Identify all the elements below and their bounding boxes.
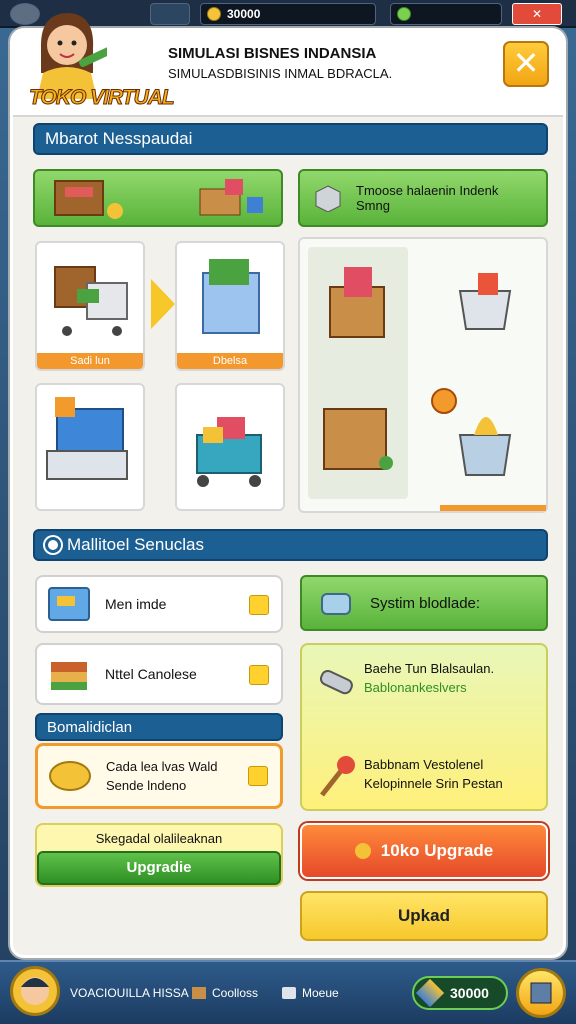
info-line1: Baehe Tun Blalsaulan. [364, 661, 495, 676]
goods-showcase [298, 237, 548, 513]
offer-line2: Sende lndeno [106, 778, 187, 793]
page-title: SIMULASI BISNES INDANSIA [168, 45, 377, 62]
logo-text: TOKO VIRTUAL [29, 86, 176, 110]
gem-chip [390, 3, 502, 25]
list-item-men-imde[interactable]: Men imde [35, 575, 283, 633]
section2-title: Mallitoel Senuclas [67, 535, 205, 554]
system-download-label: Systim blodlade: [370, 594, 481, 612]
envelope-icon [248, 766, 268, 786]
scroll-icon [321, 593, 351, 615]
toko-upgrade-label: 10ko Upgrade [380, 841, 494, 860]
puzzle-icon[interactable] [150, 3, 190, 25]
cart-icon [54, 266, 128, 336]
info-line2: Bablonankeslvers [364, 680, 467, 695]
info-text-2: Babbnam Vestolenel Kelopinnele Srin Pest… [364, 755, 503, 793]
box-icon [315, 185, 341, 212]
upgrade-box: Skegadal olalileaknan Upgradie [35, 823, 283, 887]
laptop-icon [46, 397, 128, 480]
gem-icon [415, 978, 445, 1008]
offer-text: Cada lea lvas Wald Sende lndeno [106, 757, 218, 795]
gem-counter: 30000 [412, 976, 508, 1010]
info-line3: Babbnam Vestolenel [364, 757, 484, 772]
upgrade-caption: Skegadal olalileaknan [95, 831, 223, 846]
catalog-icon [48, 587, 90, 621]
page-subtitle: SIMULASDBISINIS INMAL BDRACLA. [168, 66, 393, 81]
bottom-item-2[interactable]: Coolloss [192, 986, 258, 1000]
grid-card-crate[interactable]: Dbelsa [175, 241, 285, 371]
inventory-bar[interactable] [33, 169, 283, 227]
system-download-button[interactable]: Systim blodlade: [300, 575, 548, 631]
score-value: 30000 [227, 7, 261, 21]
shopping-cart-icon [196, 417, 262, 487]
info-text-1: Baehe Tun Blalsaulan. Bablonankeslvers [364, 659, 494, 697]
upkad-button[interactable]: Upkad [300, 891, 548, 941]
close-icon: ✕ [512, 45, 540, 81]
gem-count: 30000 [450, 985, 489, 1001]
offer-card[interactable]: Cada lea lvas Wald Sende lndeno [35, 743, 283, 809]
bottom-item-2-label: Coolloss [212, 986, 259, 1000]
bottom-item-1[interactable]: VOACIOUILLA HISSA [70, 986, 189, 1000]
score-chip: 30000 [200, 3, 376, 25]
bottom-item-1-label: VOACIOUILLA HISSA [70, 986, 189, 1000]
torch-icon [320, 756, 355, 797]
bottom-item-3-label: Moeue [302, 986, 339, 1000]
grid-card-laptop[interactable] [35, 383, 145, 511]
upgrade-button[interactable]: Upgradie [37, 851, 281, 885]
grid-card-cart[interactable]: Sadi lun [35, 241, 145, 371]
subsection-banner: Bomalidiclan [35, 713, 283, 741]
coin-icon [354, 843, 371, 859]
box-icon [192, 987, 206, 999]
offer-line1: Cada lea lvas Wald [106, 759, 218, 774]
bottom-bar: VOACIOUILLA HISSA Coolloss Moeue 30000 [0, 960, 576, 1024]
list-item-label: Men imde [105, 596, 167, 612]
save-button[interactable] [516, 968, 566, 1018]
info-panel: Baehe Tun Blalsaulan. Bablonankeslvers B… [300, 643, 548, 811]
bowl-icon [49, 761, 91, 791]
arrow-right-icon [151, 279, 175, 329]
grid-card-label: Dbelsa [177, 353, 283, 369]
inventory-goods-icon [54, 179, 263, 219]
showcase-goods [323, 267, 512, 476]
crate-icon [202, 259, 260, 334]
section1-title: Mbarot Nesspaudai [45, 129, 193, 148]
subsection-title: Bomalidiclan [47, 718, 133, 736]
list-item-nttel[interactable]: Nttel Canolese [35, 643, 283, 705]
coin-icon [207, 7, 221, 21]
info-icon [45, 537, 61, 553]
shop-bar[interactable]: Tmoose halaenin Indenk Smng [298, 169, 548, 227]
section1-banner: Mbarot Nesspaudai [33, 123, 548, 155]
top-close-icon[interactable]: ✕ [512, 3, 562, 25]
bottom-item-3[interactable]: Moeue [282, 986, 339, 1000]
info-line4: Kelopinnele Srin Pestan [364, 776, 503, 791]
message-icon [282, 987, 296, 999]
key-icon [249, 595, 269, 615]
grid-card-label: Sadi lun [37, 353, 143, 369]
key-icon [249, 665, 269, 685]
main-panel: TOKO VIRTUAL SIMULASI BISNES INDANSIA SI… [10, 13, 566, 958]
shop-bar-text: Tmoose halaenin Indenk Smng [356, 183, 499, 213]
close-button[interactable]: ✕ [503, 41, 549, 87]
list-item-label: Nttel Canolese [105, 666, 197, 682]
player-avatar[interactable] [10, 966, 60, 1016]
showcase-accent [440, 505, 546, 511]
section2-banner: Mallitoel Senuclas [33, 529, 548, 561]
wrench-icon [319, 669, 353, 695]
books-icon [51, 662, 87, 690]
toko-upgrade-button[interactable]: 10ko Upgrade [300, 823, 548, 879]
gem-icon [397, 7, 411, 21]
panel-header: TOKO VIRTUAL SIMULASI BISNES INDANSIA SI… [13, 13, 563, 117]
player-face-icon [21, 977, 49, 1005]
floppy-icon [530, 982, 552, 1004]
grid-card-cart-full[interactable] [175, 383, 285, 511]
